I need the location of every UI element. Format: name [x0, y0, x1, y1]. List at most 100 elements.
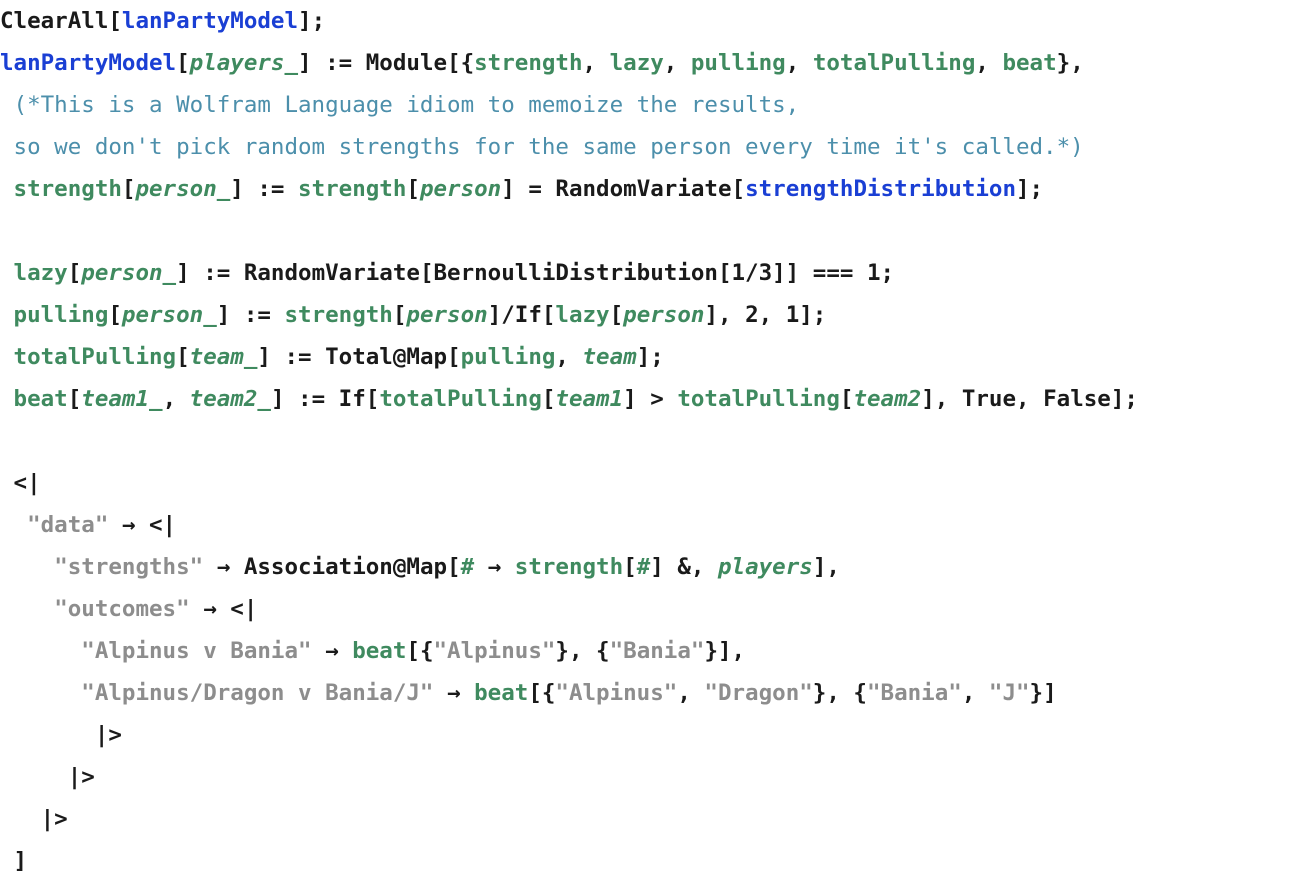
code-token-local: team	[582, 344, 637, 370]
code-token-string: "Alpinus"	[433, 638, 556, 664]
code-token-plain: [	[121, 176, 136, 202]
code-token-string: "outcomes"	[54, 596, 190, 622]
code-token-plain: ] >	[623, 386, 678, 412]
code-token-local: beat	[1002, 50, 1057, 76]
code-token-plain: [	[108, 302, 122, 328]
code-line: "Alpinus v Bania" → beat[{"Alpinus"}, {"…	[0, 630, 1291, 672]
code-line: so we don't pick random strengths for th…	[0, 126, 1291, 168]
code-token-plain: ];	[1016, 176, 1044, 202]
code-token-plain: }],	[704, 638, 746, 664]
code-token-plain: →	[311, 638, 353, 664]
code-token-local: pulling	[13, 302, 109, 328]
code-line: |>	[0, 714, 1291, 756]
code-token-local: #	[460, 554, 475, 580]
code-token-plain: ,	[961, 680, 989, 706]
code-token-plain: ]	[13, 848, 28, 874]
code-line: <|	[0, 462, 1291, 504]
code-token-plain: →	[474, 554, 515, 580]
code-token-comment: so we don't pick random strengths for th…	[13, 134, 1084, 160]
code-token-string: "Alpinus v Bania"	[81, 638, 312, 664]
code-token-plain: → <|	[108, 512, 177, 538]
code-line: lazy[person_] := RandomVariate[Bernoulli…	[0, 252, 1291, 294]
code-token-plain: ,	[975, 50, 1003, 76]
code-token-plain: [	[609, 302, 624, 328]
code-token-plain: ,	[162, 386, 190, 412]
code-token-plain: [	[176, 344, 190, 370]
code-token-plain: ]/If[	[487, 302, 556, 328]
code-token-plain: ] :=	[230, 176, 299, 202]
code-token-plain: },	[1056, 50, 1084, 76]
code-token-local: person_	[135, 176, 231, 202]
code-token-local: pulling	[690, 50, 786, 76]
code-token-string: "J"	[988, 680, 1030, 706]
code-token-plain: [{	[406, 638, 434, 664]
code-token-local: beat	[13, 386, 68, 412]
code-token-global: lanPartyModel	[0, 50, 177, 76]
code-token-plain: ClearAll[	[0, 8, 122, 34]
code-token-global: strengthDistribution	[745, 176, 1017, 202]
code-token-local: totalPulling	[379, 386, 542, 412]
code-token-local: lazy	[609, 50, 664, 76]
code-token-string: "Alpinus/Dragon v Bania/J"	[81, 680, 434, 706]
code-token-local: pulling	[460, 344, 556, 370]
code-token-plain: [	[67, 260, 82, 286]
code-line: strength[person_] := strength[person] = …	[0, 168, 1291, 210]
code-token-plain: [	[541, 386, 556, 412]
code-token-plain: }, {	[812, 680, 867, 706]
code-token-plain: ] := RandomVariate[BernoulliDistribution…	[176, 260, 895, 286]
code-token-plain: ], 2, 1];	[704, 302, 827, 328]
code-token-local: totalPulling	[677, 386, 840, 412]
code-token-plain: [	[67, 386, 82, 412]
code-line: ]	[0, 840, 1291, 882]
code-token-plain: [{	[528, 680, 556, 706]
code-token-plain: }, {	[555, 638, 610, 664]
code-token-string: "Bania"	[609, 638, 705, 664]
code-editor-content[interactable]: ClearAll[lanPartyModel]; lanPartyModel[pl…	[0, 0, 1291, 882]
code-line: "strengths" → Association@Map[# → streng…	[0, 546, 1291, 588]
code-line: "data" → <|	[0, 504, 1291, 546]
code-token-plain: ] := Module[{	[298, 50, 475, 76]
code-token-local: team2	[853, 386, 922, 412]
code-token-plain: <|	[13, 470, 41, 496]
code-token-local: team1_	[81, 386, 163, 412]
code-token-local: strength	[514, 554, 624, 580]
code-line: |>	[0, 756, 1291, 798]
code-token-plain: [	[623, 554, 637, 580]
code-token-local: #	[636, 554, 651, 580]
code-token-string: "Bania"	[866, 680, 962, 706]
code-line: ClearAll[lanPartyModel];	[0, 0, 1291, 42]
code-token-plain: [	[406, 176, 420, 202]
code-line: (*This is a Wolfram Language idiom to me…	[0, 84, 1291, 126]
code-token-string: "strengths"	[54, 554, 204, 580]
code-line: pulling[person_] := strength[person]/If[…	[0, 294, 1291, 336]
code-token-plain: → <|	[189, 596, 258, 622]
code-token-plain: [	[839, 386, 854, 412]
code-token-plain: ,	[663, 50, 691, 76]
code-token-plain: ,	[785, 50, 813, 76]
code-token-local: person_	[81, 260, 177, 286]
code-token-local: lazy	[13, 260, 68, 286]
code-token-plain: |>	[40, 806, 68, 832]
code-token-local: strength	[284, 302, 393, 328]
code-token-local: totalPulling	[812, 50, 976, 76]
code-token-plain: ] &,	[650, 554, 718, 580]
code-token-plain: ] := Total@Map[	[257, 344, 461, 370]
code-token-plain: [	[176, 50, 190, 76]
code-token-local: person	[623, 302, 705, 328]
code-token-plain: → Association@Map[	[203, 554, 461, 580]
code-token-plain: ] = RandomVariate[	[501, 176, 746, 202]
code-line: beat[team1_, team2_] := If[totalPulling[…	[0, 378, 1291, 420]
code-token-plain: ,	[677, 680, 705, 706]
